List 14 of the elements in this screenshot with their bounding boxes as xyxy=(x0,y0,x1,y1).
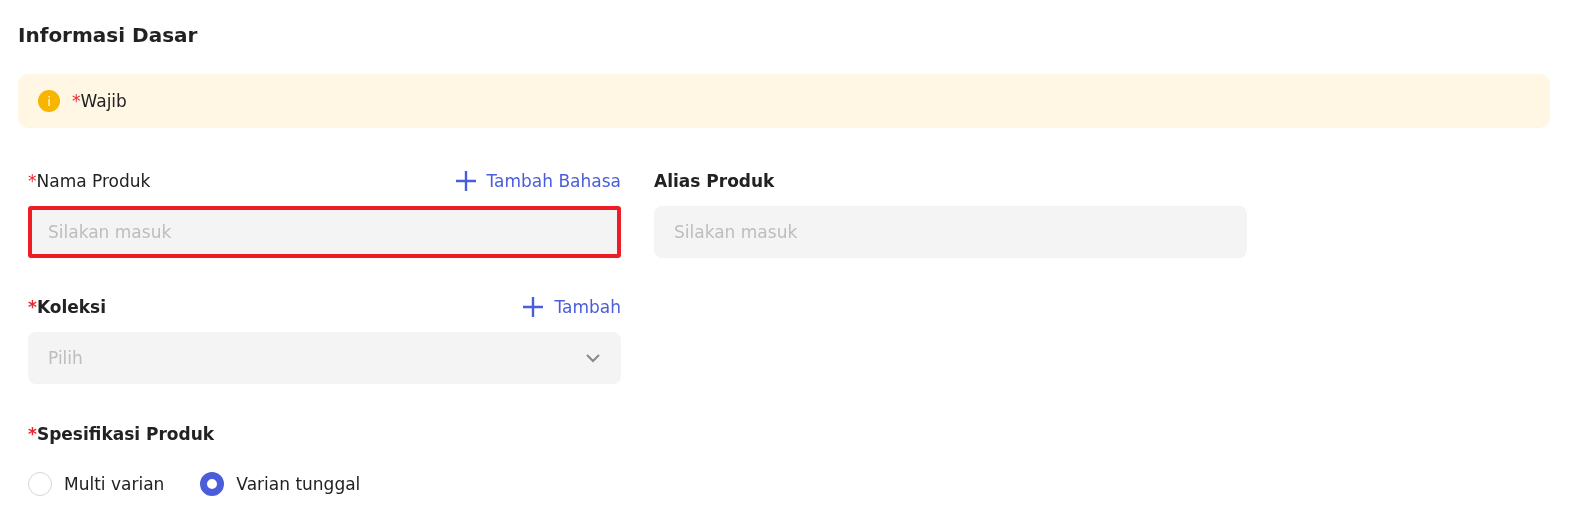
radio-option[interactable]: Varian tunggal xyxy=(200,472,361,496)
section-title: Informasi Dasar xyxy=(18,23,199,47)
plus-icon xyxy=(454,170,477,192)
field-label: *Koleksi xyxy=(28,297,107,317)
plus-icon xyxy=(522,296,545,318)
field-label: *Spesifikasi Produk xyxy=(28,424,216,444)
add-link[interactable]: Tambah xyxy=(522,296,621,318)
field-label: Alias Produk xyxy=(654,171,775,191)
info-icon: i xyxy=(38,90,60,112)
field-label: *Nama Produk xyxy=(28,171,151,191)
add-link[interactable]: Tambah Bahasa xyxy=(454,170,621,192)
radio-option[interactable]: Multi varian xyxy=(28,472,165,496)
chevron-down-icon xyxy=(585,353,601,363)
required-note: *Wajib xyxy=(72,91,127,111)
